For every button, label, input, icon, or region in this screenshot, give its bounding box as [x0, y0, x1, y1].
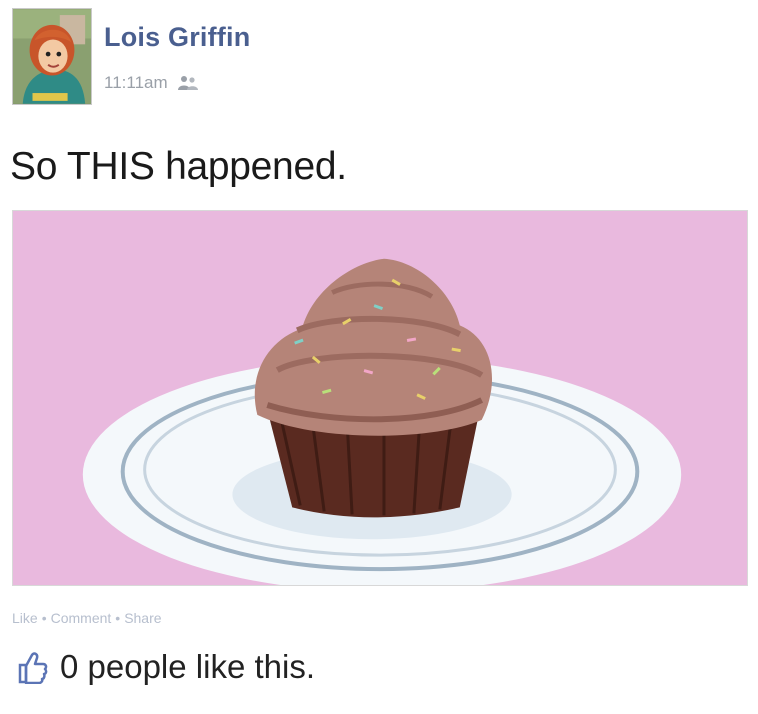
- author-name[interactable]: Lois Griffin: [104, 22, 250, 53]
- status-text: So THIS happened.: [10, 145, 347, 188]
- avatar[interactable]: [12, 8, 92, 105]
- people-icon[interactable]: [176, 75, 200, 91]
- thumbs-up-icon[interactable]: [14, 650, 48, 685]
- facebook-post: Lois Griffin 11:11am So THIS happened. L…: [0, 0, 758, 714]
- like-link[interactable]: Like: [12, 610, 38, 626]
- post-actions: Like • Comment • Share: [12, 610, 162, 626]
- like-summary: 0 people like this.: [14, 648, 315, 686]
- post-photo[interactable]: [12, 210, 748, 586]
- action-separator: •: [115, 610, 121, 626]
- action-separator: •: [41, 610, 47, 626]
- cupcake-photo-icon: [13, 211, 747, 585]
- share-link[interactable]: Share: [124, 610, 161, 626]
- post-meta: 11:11am: [104, 73, 200, 93]
- like-count-text[interactable]: 0 people like this.: [60, 648, 315, 686]
- comment-link[interactable]: Comment: [51, 610, 112, 626]
- post-timestamp[interactable]: 11:11am: [104, 73, 168, 93]
- lois-griffin-avatar-icon: [13, 9, 91, 104]
